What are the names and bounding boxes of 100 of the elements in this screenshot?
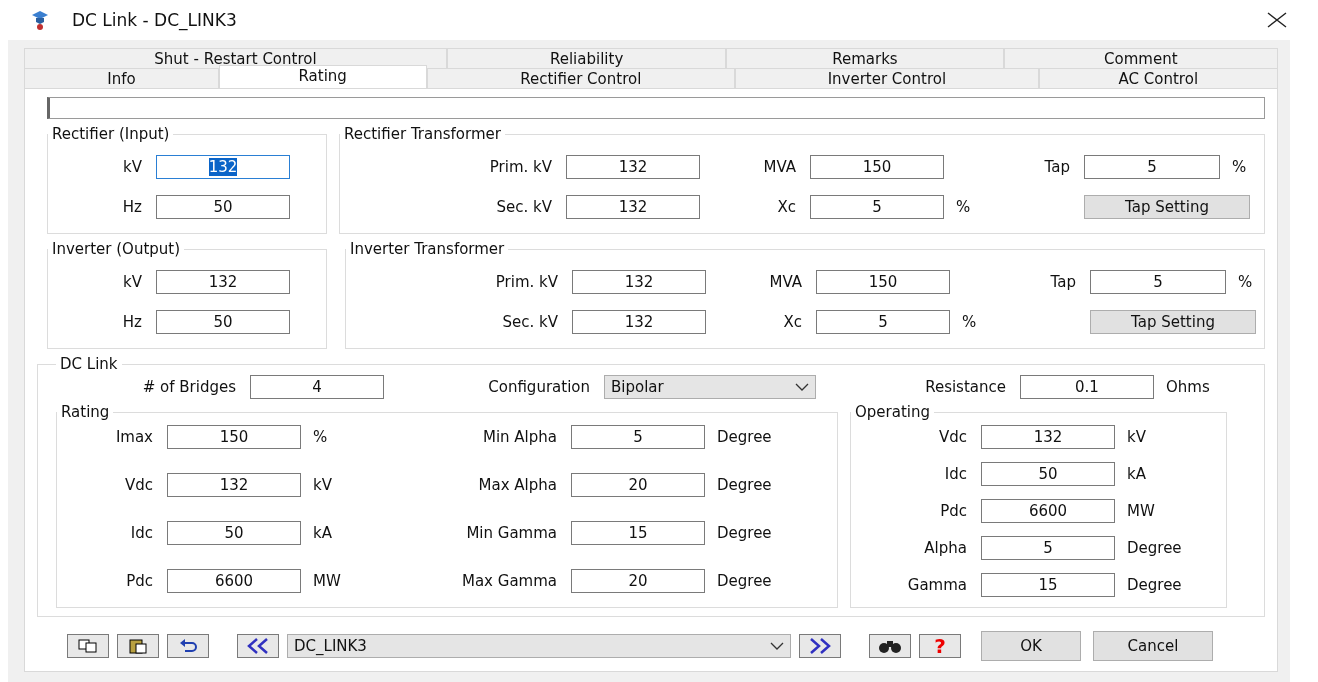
field-label: Imax <box>114 428 154 446</box>
tab[interactable]: Remarks <box>726 48 1004 68</box>
field-label: Xc <box>776 198 797 216</box>
text-field[interactable]: 20 <box>571 473 705 497</box>
text-field[interactable]: 15 <box>981 573 1115 597</box>
field-label: Alpha <box>923 539 968 557</box>
cancel-button[interactable]: Cancel <box>1093 631 1213 661</box>
help-button[interactable]: ? <box>919 634 961 658</box>
text-field[interactable]: 150 <box>810 155 944 179</box>
text-field[interactable]: 15 <box>571 521 705 545</box>
clipboard-icon <box>127 638 149 654</box>
field-label: Hz <box>121 313 143 331</box>
text-field[interactable]: 150 <box>816 270 950 294</box>
text-field[interactable]: 132 <box>156 155 290 179</box>
tap-setting-button[interactable]: Tap Setting <box>1084 195 1250 219</box>
field-label: Xc <box>782 313 803 331</box>
text-field[interactable]: 132 <box>156 270 290 294</box>
dropdown-caret-icon <box>795 383 809 391</box>
unit-label: kA <box>1126 465 1147 483</box>
field-label: Vdc <box>123 476 154 494</box>
field-label: kV <box>122 158 143 176</box>
paste-button[interactable] <box>117 634 159 658</box>
group-title: DC Link <box>59 355 119 373</box>
field-label: Idc <box>129 524 154 542</box>
tab[interactable]: Info <box>24 68 219 88</box>
undo-button[interactable] <box>167 634 209 658</box>
text-field[interactable]: 5 <box>810 195 944 219</box>
field-label: Min Gamma <box>465 524 558 542</box>
text-field[interactable]: 132 <box>981 425 1115 449</box>
unit-label: Ohms <box>1165 378 1210 396</box>
text-field[interactable]: 5 <box>981 536 1115 560</box>
copy-icon <box>77 638 99 654</box>
group-title: Rating <box>60 403 111 421</box>
field-label: Prim. kV <box>488 158 553 176</box>
text-field[interactable]: 6600 <box>981 499 1115 523</box>
unit-label: Degree <box>1126 539 1183 557</box>
configuration-dropdown[interactable]: Bipolar <box>604 375 816 399</box>
field-label: Prim. kV <box>494 273 559 291</box>
text-field[interactable]: 5 <box>571 425 705 449</box>
copy-button[interactable] <box>67 634 109 658</box>
tab[interactable]: Comment <box>1003 48 1278 68</box>
unit-label: kV <box>312 476 333 494</box>
field-label: # of Bridges <box>141 378 237 396</box>
text-field[interactable]: 150 <box>167 425 301 449</box>
dropdown-caret-icon <box>770 642 784 650</box>
unit-label: MW <box>312 572 342 590</box>
tap-setting-button[interactable]: Tap Setting <box>1090 310 1256 334</box>
text-field[interactable]: 50 <box>156 310 290 334</box>
field-label: Max Alpha <box>477 476 558 494</box>
text-field[interactable]: 132 <box>167 473 301 497</box>
text-field[interactable]: 132 <box>566 195 700 219</box>
group-title: Rectifier (Input) <box>51 125 171 143</box>
tab[interactable]: Rectifier Control <box>426 68 736 88</box>
field-label: Max Gamma <box>461 572 558 590</box>
text-field[interactable]: 6600 <box>167 569 301 593</box>
text-field[interactable]: 50 <box>156 195 290 219</box>
text-field[interactable]: 50 <box>167 521 301 545</box>
find-button[interactable] <box>869 634 911 658</box>
tab[interactable]: Rating <box>218 65 427 88</box>
field-label: Pdc <box>125 572 154 590</box>
text-field[interactable]: 5 <box>816 310 950 334</box>
field-label: Min Alpha <box>481 428 558 446</box>
unit-label: MW <box>1126 502 1156 520</box>
field-label: Sec. kV <box>501 313 559 331</box>
text-field[interactable]: 132 <box>572 310 706 334</box>
record-dropdown[interactable]: DC_LINK3 <box>287 634 791 658</box>
app-icon <box>30 9 50 31</box>
text-field[interactable]: 132 <box>566 155 700 179</box>
field-label: MVA <box>768 273 803 291</box>
unit-label: % <box>955 198 972 216</box>
field-label: Tap <box>1043 158 1071 176</box>
text-field[interactable]: 50 <box>981 462 1115 486</box>
text-field[interactable]: 0.1 <box>1020 375 1154 399</box>
field-label: Resistance <box>924 378 1007 396</box>
text-field[interactable]: 20 <box>571 569 705 593</box>
close-icon[interactable] <box>1266 12 1288 28</box>
field-label: Vdc <box>937 428 968 446</box>
unit-label: Degree <box>716 572 773 590</box>
binoculars-icon <box>878 638 902 654</box>
text-field[interactable] <box>47 97 1265 119</box>
text-field[interactable]: 132 <box>572 270 706 294</box>
next-button[interactable] <box>799 634 841 658</box>
tab[interactable]: Shut - Restart Control <box>24 48 447 68</box>
unit-label: Degree <box>1126 576 1183 594</box>
unit-label: Degree <box>716 428 773 446</box>
tab[interactable]: AC Control <box>1038 68 1278 88</box>
field-label: MVA <box>762 158 797 176</box>
unit-label: % <box>1231 158 1248 176</box>
previous-button[interactable] <box>237 634 279 658</box>
field-label: Hz <box>121 198 143 216</box>
text-field[interactable]: 4 <box>250 375 384 399</box>
tab[interactable]: Inverter Control <box>735 68 1039 88</box>
unit-label: kV <box>1126 428 1147 446</box>
tab[interactable]: Reliability <box>446 48 727 68</box>
text-field[interactable]: 5 <box>1090 270 1226 294</box>
ok-button[interactable]: OK <box>981 631 1081 661</box>
field-label: kV <box>122 273 143 291</box>
text-field[interactable]: 5 <box>1084 155 1220 179</box>
group-title: Operating <box>854 403 931 421</box>
group-title: Inverter Transformer <box>349 240 506 258</box>
